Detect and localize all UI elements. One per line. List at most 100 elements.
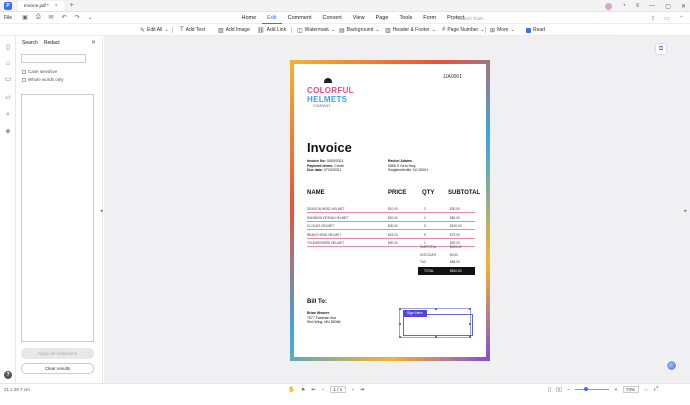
print-icon[interactable]: ⎙ [36, 14, 41, 21]
resize-handle[interactable] [435, 308, 437, 310]
resize-handle[interactable] [399, 308, 401, 310]
zoom-slider[interactable] [575, 387, 610, 391]
chevron-down-icon: ⌄ [480, 27, 485, 33]
clear-results-button[interactable]: Clear results [21, 363, 94, 374]
zoom-in-icon[interactable]: + [614, 387, 617, 393]
search-tools[interactable]: ⌕ Search Tools [452, 14, 483, 22]
ai-assistant-icon[interactable] [666, 360, 677, 371]
menu-convert[interactable]: Convert [317, 12, 347, 24]
add-text-button[interactable]: T Add Text [180, 25, 205, 35]
layers-icon[interactable]: ◈ [4, 128, 12, 136]
search-results-list[interactable] [21, 94, 94, 342]
bookmark-icon[interactable]: ⌂ [4, 60, 12, 68]
apply-redactions-button[interactable]: Apply all redactions [21, 348, 94, 359]
sign-here-tag[interactable]: Sign Here [403, 310, 427, 317]
fit-width-icon[interactable]: ⇔ [644, 387, 650, 393]
menu-home[interactable]: Home [236, 12, 262, 24]
menu-form[interactable]: Form [418, 12, 442, 24]
chevron-down-icon: ⌄ [375, 27, 380, 33]
undo-icon[interactable]: ↶ [62, 14, 67, 21]
next-page-icon[interactable]: › [352, 387, 354, 393]
add-link-label: Add Link [266, 27, 287, 33]
expand-right-panel-icon[interactable]: ▸ [684, 208, 687, 214]
thumbnails-icon[interactable]: ▯ [4, 44, 12, 52]
zoom-slider-thumb[interactable] [584, 387, 589, 391]
document-tab[interactable]: Invoice.pdf * × [18, 0, 64, 11]
header-footer-button[interactable]: ▥ Header & Footer ⌄ [385, 25, 436, 35]
menu-bar: File ▣ ⎙ ✉ ↶ ↷ ⌄ Home Edit Comment Convert V… [0, 12, 690, 24]
menu-view[interactable]: View [347, 12, 370, 24]
zoom-level[interactable]: 73% [622, 386, 639, 393]
menu-edit[interactable]: Edit [261, 12, 283, 24]
edit-all-button[interactable]: ✎ Edit All ⌄ [140, 25, 169, 35]
resize-handle[interactable] [399, 336, 401, 338]
case-sensitive-option[interactable]: Case sensitive [22, 69, 57, 74]
previous-page-icon[interactable]: ‹ [322, 387, 324, 393]
first-page-icon[interactable]: ⇤ [311, 387, 316, 393]
page-number-button[interactable]: # Page Number ⌄ [442, 25, 484, 35]
resize-handle[interactable] [469, 336, 471, 338]
add-link-button[interactable]: ⛓ Add Link [257, 25, 286, 35]
notification-icon[interactable]: ◔ [622, 3, 626, 9]
two-page-icon[interactable]: ▯▯ [556, 387, 562, 393]
read-toggle[interactable]: Read [526, 25, 545, 35]
resize-handle[interactable] [399, 323, 401, 325]
cell-name: DRAGON HEAD HELMET [307, 207, 345, 211]
more-icon: ⊞ [490, 27, 496, 34]
search-icon: ⌕ [452, 15, 455, 21]
new-tab-button[interactable]: + [70, 2, 74, 9]
search-input[interactable] [21, 54, 86, 63]
whole-words-option[interactable]: Whole words only [22, 77, 64, 82]
tablet-icon[interactable]: ▭ [664, 15, 670, 22]
upload-icon[interactable]: ⇪ [650, 15, 655, 22]
left-icon-rail: ▯ ⌂ ▭ ▱ ⌕ ◈ [0, 36, 16, 383]
signature-field-selection[interactable]: Sign Here [399, 308, 473, 338]
close-icon[interactable]: ✕ [91, 39, 96, 46]
tab-redact[interactable]: Redact [44, 40, 60, 46]
save-icon[interactable]: ▣ [22, 14, 28, 21]
help-icon[interactable]: ? [4, 371, 12, 379]
zoom-out-icon[interactable]: − [567, 387, 570, 393]
attachment-icon[interactable]: ▱ [4, 94, 12, 102]
signature-field[interactable] [403, 314, 473, 336]
watermark-button[interactable]: ◫ Watermark ⌄ [297, 25, 335, 35]
document-workspace: ⧉ ▸ JJA0001 COLORFUL HELMETS COMPANY Inv… [104, 36, 690, 383]
background-button[interactable]: ▤ Background ⌄ [339, 25, 380, 35]
select-tool-icon[interactable]: ➤ [301, 387, 306, 393]
checkbox-checked-icon [526, 27, 531, 33]
chevron-up-icon[interactable]: ⌃ [679, 15, 684, 22]
add-image-button[interactable]: ▨ Add Image [218, 25, 250, 35]
close-window-icon[interactable]: ✕ [681, 3, 686, 10]
menu-comment[interactable]: Comment [282, 12, 317, 24]
table-row: CLOUDS HELMET $30.00 5 $150.00 [307, 223, 475, 230]
collapse-panel-icon[interactable]: ◂ [100, 208, 103, 214]
redo-icon[interactable]: ↷ [75, 14, 80, 21]
close-tab-icon[interactable]: × [55, 3, 58, 9]
avatar[interactable] [605, 2, 613, 10]
search-icon[interactable]: ⌕ [4, 111, 12, 119]
maximize-icon[interactable]: ▢ [665, 3, 671, 10]
page-number-input[interactable]: 1 / 1 [329, 386, 346, 393]
minimize-icon[interactable]: — [649, 3, 655, 9]
menu-tools[interactable]: Tools [394, 12, 418, 24]
comment-icon[interactable]: ▭ [4, 76, 12, 84]
resize-handle[interactable] [435, 336, 437, 338]
last-page-icon[interactable]: ⇥ [360, 387, 365, 393]
menu-page[interactable]: Page [370, 12, 394, 24]
menu-icon[interactable]: ≡ [636, 3, 640, 9]
checkbox-icon[interactable] [22, 77, 26, 82]
invoice-title: Invoice [307, 140, 352, 155]
more-button[interactable]: ⊞ More ⌄ [490, 25, 515, 35]
hand-tool-icon[interactable]: ✋ [288, 387, 295, 393]
single-page-icon[interactable]: ▯ [548, 387, 551, 393]
ocr-icon[interactable]: ⧉ [656, 44, 666, 54]
email-icon[interactable]: ✉ [49, 14, 54, 21]
tab-search[interactable]: Search [22, 40, 38, 46]
cell-price: $10.00 [388, 207, 398, 211]
customize-icon[interactable]: ⌄ [88, 14, 93, 21]
fit-page-icon[interactable]: ⤢ [654, 386, 658, 393]
resize-handle[interactable] [469, 308, 471, 310]
checkbox-icon[interactable] [22, 69, 26, 74]
resize-handle[interactable] [469, 323, 471, 325]
file-menu[interactable]: File [4, 15, 12, 21]
